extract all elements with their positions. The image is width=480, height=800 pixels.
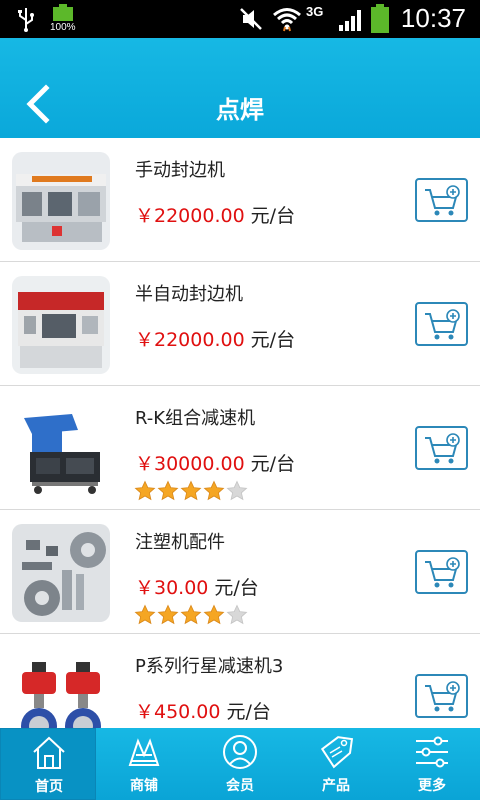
product-price: ￥30.00: [135, 577, 209, 599]
product-thumbnail[interactable]: [12, 524, 110, 622]
network-type: 3G: [306, 4, 324, 19]
product-name[interactable]: 手动封边机: [135, 156, 225, 182]
battery-icon: [371, 4, 389, 33]
nav-products-label: 产品: [322, 778, 350, 794]
star-filled-icon: [203, 480, 225, 501]
nav-home[interactable]: 首页: [0, 728, 96, 800]
star-filled-icon: [134, 604, 156, 625]
star-empty-icon: [226, 604, 248, 625]
sale-tag-icon: [320, 736, 354, 769]
app-header: 点焊: [0, 38, 480, 138]
nav-more-label: 更多: [418, 778, 446, 794]
product-unit: 元/台: [214, 577, 259, 599]
nav-home-label: 首页: [35, 779, 63, 795]
cart-plus-icon: [425, 557, 460, 588]
signal-icon: [339, 10, 361, 31]
cart-plus-icon: [425, 309, 460, 340]
nav-more[interactable]: 更多: [384, 728, 480, 800]
product-name[interactable]: P系列行星减速机3: [135, 652, 283, 678]
product-price: ￥30000.00: [135, 453, 245, 475]
product-price-row: ￥22000.00 元/台: [135, 201, 295, 228]
nav-member[interactable]: 会员: [192, 728, 288, 800]
product-thumbnail[interactable]: [12, 152, 110, 250]
product-thumbnail[interactable]: [12, 400, 110, 498]
nav-shop-label: 商铺: [130, 778, 158, 794]
member-icon: [223, 735, 257, 769]
add-to-cart-button[interactable]: [415, 426, 468, 470]
nav-products[interactable]: 产品: [288, 728, 384, 800]
rating-stars: [134, 480, 248, 502]
star-filled-icon: [134, 480, 156, 501]
product-price: ￥22000.00: [135, 205, 245, 227]
page-title: 点焊: [216, 96, 264, 124]
battery-percent: 100%: [50, 22, 76, 33]
product-list[interactable]: 手动封边机 ￥22000.00 元/台 半自动封边机 ￥22000.00 元/台…: [0, 138, 480, 728]
star-filled-icon: [157, 480, 179, 501]
star-filled-icon: [180, 604, 202, 625]
battery-small-icon: [53, 4, 73, 21]
shop-icon: [128, 738, 160, 766]
product-thumbnail[interactable]: [12, 648, 110, 728]
bottom-nav: 首页 商铺 会员 产品 更多: [0, 728, 480, 800]
product-item[interactable]: 注塑机配件 ￥30.00 元/台: [0, 510, 480, 634]
product-price-row: ￥30.00 元/台: [135, 573, 259, 600]
nav-member-label: 会员: [226, 778, 254, 794]
cart-plus-icon: [425, 681, 460, 712]
star-filled-icon: [157, 604, 179, 625]
product-unit: 元/台: [250, 453, 296, 475]
product-item[interactable]: 手动封边机 ￥22000.00 元/台: [0, 138, 480, 262]
add-to-cart-button[interactable]: [415, 674, 468, 718]
product-unit: 元/台: [226, 701, 271, 723]
star-empty-icon: [226, 480, 248, 501]
product-item[interactable]: P系列行星减速机3 ￥450.00 元/台: [0, 634, 480, 728]
product-price-row: ￥22000.00 元/台: [135, 325, 295, 352]
add-to-cart-button[interactable]: [415, 302, 468, 346]
star-filled-icon: [180, 480, 202, 501]
product-name[interactable]: 注塑机配件: [135, 528, 225, 554]
product-unit: 元/台: [250, 205, 296, 227]
cart-plus-icon: [425, 185, 460, 216]
clock: 10:37: [400, 3, 466, 33]
product-price-row: ￥450.00 元/台: [135, 697, 271, 724]
product-price: ￥450.00: [135, 701, 221, 723]
rating-stars: [134, 604, 248, 626]
home-icon: [33, 736, 65, 769]
product-unit: 元/台: [250, 329, 296, 351]
wifi-icon: [273, 8, 301, 32]
mute-icon: [240, 8, 262, 30]
product-name[interactable]: R-K组合减速机: [135, 404, 255, 430]
usb-icon: [18, 8, 34, 32]
add-to-cart-button[interactable]: [415, 178, 468, 222]
product-item[interactable]: 半自动封边机 ￥22000.00 元/台: [0, 262, 480, 386]
product-price-row: ￥30000.00 元/台: [135, 449, 295, 476]
cart-plus-icon: [425, 433, 460, 464]
product-price: ￥22000.00: [135, 329, 245, 351]
sliders-icon: [416, 736, 448, 768]
star-filled-icon: [203, 604, 225, 625]
product-name[interactable]: 半自动封边机: [135, 280, 243, 306]
add-to-cart-button[interactable]: [415, 550, 468, 594]
product-item[interactable]: R-K组合减速机 ￥30000.00 元/台: [0, 386, 480, 510]
product-thumbnail[interactable]: [12, 276, 110, 374]
nav-shop[interactable]: 商铺: [96, 728, 192, 800]
status-bar: 100% 3G 10:37: [0, 0, 480, 38]
